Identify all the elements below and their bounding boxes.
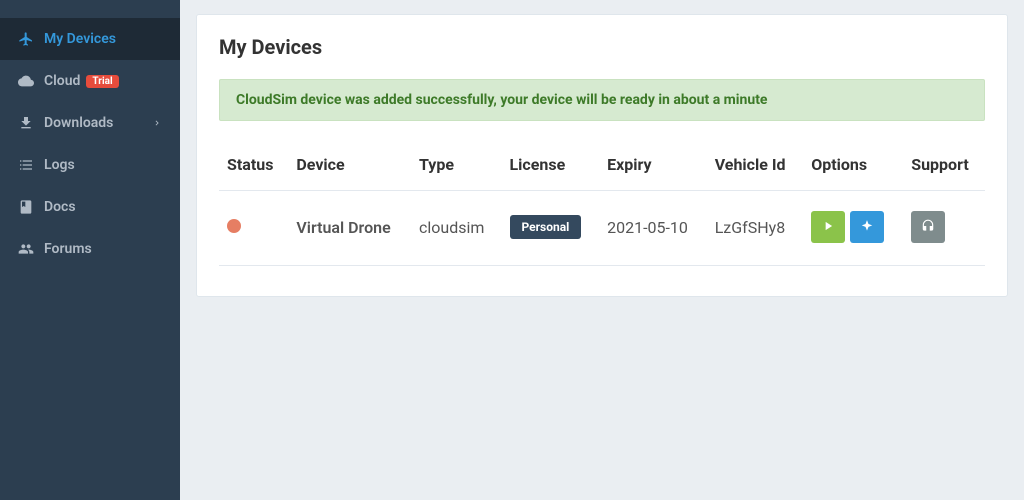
download-icon xyxy=(18,115,34,131)
content-panel: My Devices CloudSim device was added suc… xyxy=(196,14,1008,297)
sidebar-item-docs[interactable]: Docs xyxy=(0,186,180,228)
trial-badge: Trial xyxy=(86,75,118,88)
col-expiry: Expiry xyxy=(599,145,707,191)
sidebar-item-label: Downloads xyxy=(44,115,113,131)
book-icon xyxy=(18,199,34,215)
status-indicator xyxy=(227,219,241,233)
device-type: cloudsim xyxy=(411,191,502,266)
success-alert: CloudSim device was added successfully, … xyxy=(219,79,985,121)
sidebar-item-label: Logs xyxy=(44,157,75,173)
main-content: My Devices CloudSim device was added suc… xyxy=(180,0,1024,500)
col-support: Support xyxy=(903,145,985,191)
col-license: License xyxy=(502,145,600,191)
list-icon xyxy=(18,157,34,173)
plane-icon xyxy=(18,31,34,47)
devices-table: Status Device Type License Expiry Vehicl… xyxy=(219,145,985,266)
col-device: Device xyxy=(288,145,411,191)
col-options: Options xyxy=(803,145,903,191)
sidebar-item-label: Docs xyxy=(44,199,76,215)
expiry-date: 2021-05-10 xyxy=(599,191,707,266)
launch-button[interactable] xyxy=(850,211,884,243)
sidebar-item-my-devices[interactable]: My Devices xyxy=(0,18,180,60)
sidebar-item-label: Cloud xyxy=(44,73,80,89)
sidebar-item-forums[interactable]: Forums xyxy=(0,228,180,270)
chevron-right-icon xyxy=(152,118,162,128)
col-vehicle-id: Vehicle Id xyxy=(707,145,804,191)
sidebar-item-downloads[interactable]: Downloads xyxy=(0,102,180,144)
alert-message: CloudSim device was added successfully, … xyxy=(236,92,768,108)
support-button[interactable] xyxy=(911,211,945,243)
cloud-icon xyxy=(18,73,34,89)
col-status: Status xyxy=(219,145,288,191)
sidebar-item-label: Forums xyxy=(44,241,92,257)
table-row: Virtual Drone cloudsim Personal 2021-05-… xyxy=(219,191,985,266)
users-icon xyxy=(18,241,34,257)
sidebar-item-logs[interactable]: Logs xyxy=(0,144,180,186)
rocket-icon xyxy=(860,219,874,236)
sidebar: My Devices Cloud Trial Downloads Logs xyxy=(0,0,180,500)
license-badge: Personal xyxy=(510,215,582,239)
vehicle-id: LzGfSHy8 xyxy=(707,191,804,266)
headset-icon xyxy=(921,219,935,236)
col-type: Type xyxy=(411,145,502,191)
device-name: Virtual Drone xyxy=(288,191,411,266)
sidebar-item-cloud[interactable]: Cloud Trial xyxy=(0,60,180,102)
play-button[interactable] xyxy=(811,211,845,243)
play-icon xyxy=(821,219,835,236)
sidebar-item-label: My Devices xyxy=(44,31,116,47)
page-title: My Devices xyxy=(219,35,985,59)
